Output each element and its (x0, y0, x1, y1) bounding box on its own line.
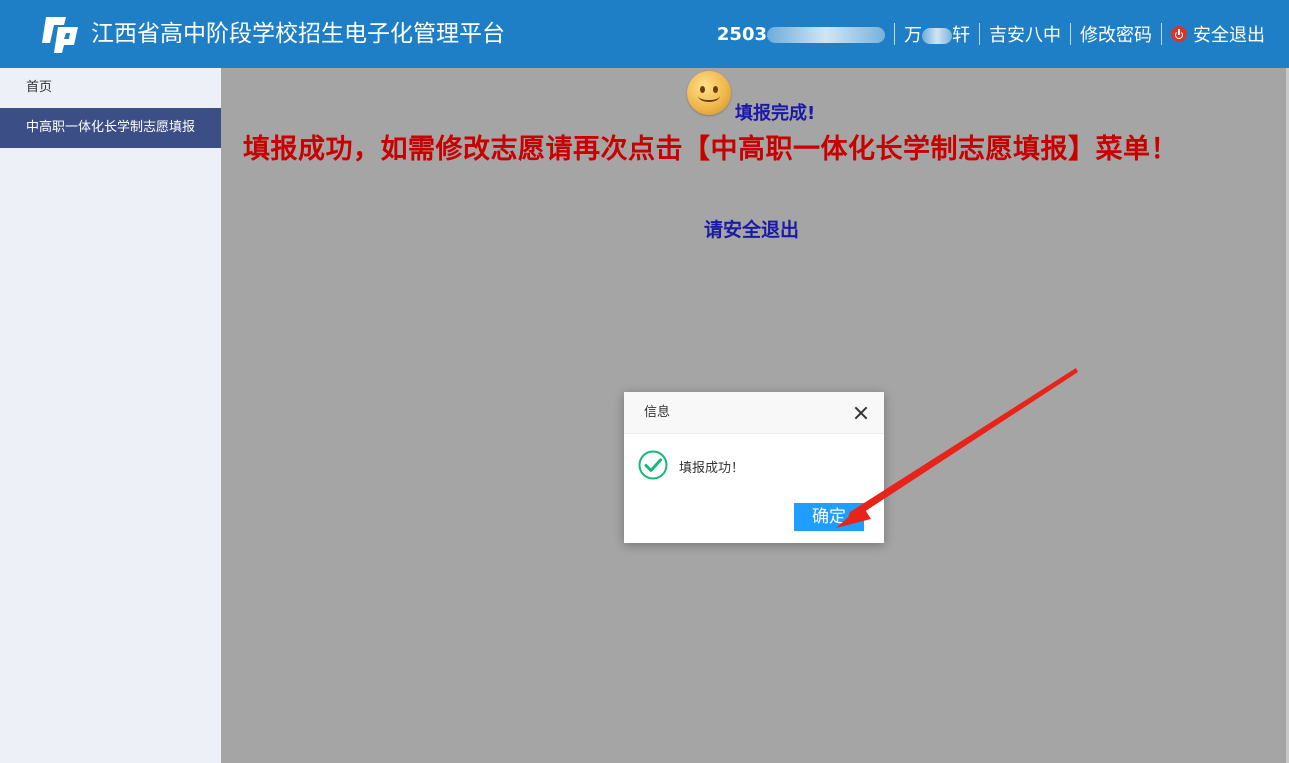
sidebar-item-volunteer-application[interactable]: 中高职一体化长学制志愿填报 (0, 108, 221, 148)
sidebar: 首页 中高职一体化长学制志愿填报 (0, 68, 221, 763)
user-name-suffix: 轩 (952, 25, 970, 46)
info-dialog: 信息 填报成功！ 确定 (624, 392, 884, 543)
dialog-body: 填报成功！ (624, 434, 884, 500)
smiley-icon (687, 71, 731, 115)
exit-hint: 请安全退出 (704, 219, 800, 241)
separator (1070, 23, 1071, 45)
platform-logo-icon (42, 17, 78, 53)
separator (1161, 23, 1162, 45)
redaction-blur (767, 26, 885, 43)
top-header: 江西省高中阶段学校招生电子化管理平台 2503 万轩 吉安八中 修改密码 安全退… (0, 0, 1289, 68)
user-id: 2503 (717, 24, 885, 45)
separator (894, 23, 895, 45)
logout-link[interactable]: 安全退出 (1171, 21, 1265, 47)
user-name: 万轩 (904, 21, 970, 47)
user-bar: 2503 万轩 吉安八中 修改密码 安全退出 (717, 20, 1265, 48)
ok-button[interactable]: 确定 (794, 503, 864, 531)
sidebar-item-home[interactable]: 首页 (0, 68, 221, 108)
sidebar-item-label: 首页 (26, 80, 53, 95)
dialog-title: 信息 (644, 405, 671, 420)
dialog-header: 信息 (624, 392, 884, 434)
separator (979, 23, 980, 45)
check-circle-icon (638, 450, 668, 480)
school-name: 吉安八中 (989, 25, 1061, 46)
redaction-blur (922, 28, 952, 44)
power-icon (1171, 26, 1187, 42)
app-title: 江西省高中阶段学校招生电子化管理平台 (91, 21, 505, 47)
done-text: 填报完成! (735, 103, 816, 124)
change-password-link[interactable]: 修改密码 (1080, 21, 1152, 47)
success-message: 填报成功，如需修改志愿请再次点击【中高职一体化长学制志愿填报】菜单！ (243, 134, 1178, 165)
sidebar-item-label: 中高职一体化长学制志愿填报 (26, 120, 196, 135)
close-icon[interactable] (854, 406, 868, 420)
dialog-message: 填报成功！ (679, 461, 745, 476)
user-id-prefix: 2503 (716, 23, 767, 45)
logout-label: 安全退出 (1193, 25, 1265, 46)
user-name-prefix: 万 (904, 25, 922, 46)
